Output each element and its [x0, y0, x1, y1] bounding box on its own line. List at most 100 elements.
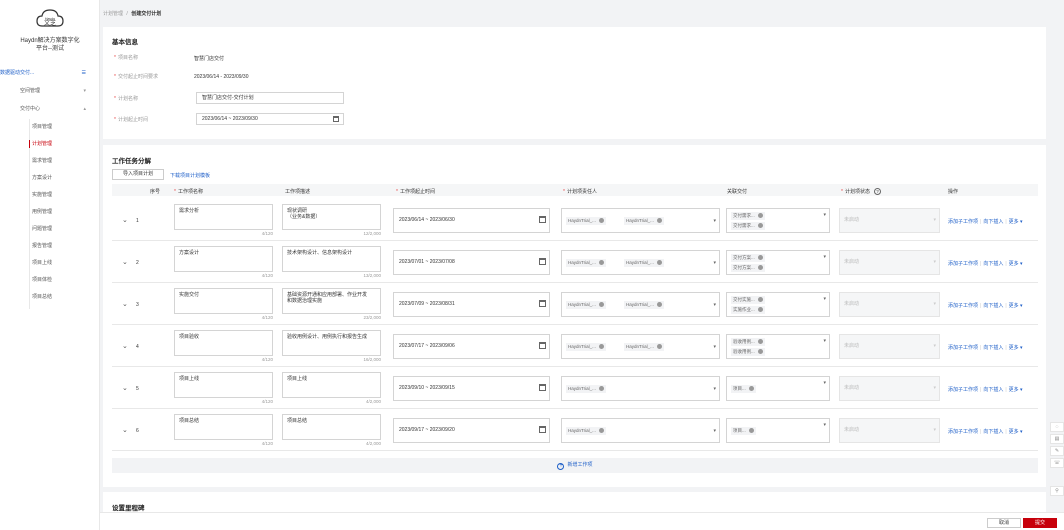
doc-icon[interactable]: ▤	[1050, 434, 1064, 444]
task-date-range[interactable]: 2023/09/10 ~ 2023/09/15	[393, 376, 550, 401]
owner-tag[interactable]: HaydnTrial_...	[624, 343, 664, 351]
sidebar-item-summary[interactable]: 项目总结	[0, 292, 100, 302]
remove-tag-icon[interactable]	[598, 302, 604, 307]
sidebar-item-requirement[interactable]: 需求管理	[0, 156, 100, 166]
related-select[interactable]: 项目... ▾	[726, 376, 830, 401]
owner-tag[interactable]: HaydnTrial_...	[624, 301, 664, 309]
task-date-range[interactable]: 2023/07/09 ~ 2023/08/31	[393, 292, 550, 317]
task-desc-input[interactable]: 项目上线	[282, 372, 381, 398]
owner-tag[interactable]: HaydnTrial_...	[566, 217, 606, 225]
add-child-link[interactable]: 添加子工作项	[948, 261, 978, 267]
remove-tag-icon[interactable]	[656, 302, 662, 307]
related-select[interactable]: 项目... ▾	[726, 418, 830, 443]
remove-tag-icon[interactable]	[656, 260, 662, 265]
owner-select[interactable]: HaydnTrial_... HaydnTrial_... ▾	[561, 292, 720, 317]
owner-select[interactable]: HaydnTrial_... HaydnTrial_... ▾	[561, 208, 720, 233]
more-link[interactable]: 更多 ▾	[1009, 345, 1023, 351]
task-desc-input[interactable]: 项目总结	[282, 414, 381, 440]
related-tag[interactable]: 验收用例...	[731, 338, 765, 346]
import-plan-button[interactable]: 导入项目计划	[112, 169, 164, 180]
related-tag[interactable]: 交付需求...	[731, 212, 765, 220]
owner-tag[interactable]: HaydnTrial_...	[566, 427, 606, 435]
calendar-icon[interactable]	[539, 384, 546, 391]
owner-tag[interactable]: HaydnTrial_...	[566, 301, 606, 309]
remove-tag-icon[interactable]	[598, 428, 604, 433]
sidebar-item-plan[interactable]: 计划管理	[0, 139, 100, 149]
sidebar-item-project[interactable]: 项目管理	[0, 122, 100, 132]
add-task-button[interactable]: + 新增工作项	[112, 458, 1038, 473]
insert-below-link[interactable]: 向下插入	[983, 261, 1003, 267]
related-tag[interactable]: 交付方案...	[731, 254, 765, 262]
remove-tag-icon[interactable]	[598, 260, 604, 265]
remove-tag-icon[interactable]	[598, 218, 604, 223]
owner-select[interactable]: HaydnTrial_... HaydnTrial_... ▾	[561, 334, 720, 359]
remove-tag-icon[interactable]	[757, 349, 763, 354]
related-tag[interactable]: 交付需求...	[731, 222, 765, 230]
add-child-link[interactable]: 添加子工作项	[948, 429, 978, 435]
owner-tag[interactable]: HaydnTrial_...	[566, 259, 606, 267]
add-child-link[interactable]: 添加子工作项	[948, 303, 978, 309]
related-tag[interactable]: 交付实施...	[731, 296, 765, 304]
owner-select[interactable]: HaydnTrial_... ▾	[561, 418, 720, 443]
remove-tag-icon[interactable]	[598, 386, 604, 391]
chevron-down-icon[interactable]: ⌄	[122, 426, 128, 434]
owner-tag[interactable]: HaydnTrial_...	[566, 385, 606, 393]
insert-below-link[interactable]: 向下插入	[983, 429, 1003, 435]
chat-icon[interactable]: ◌	[1050, 422, 1064, 432]
more-link[interactable]: 更多 ▾	[1009, 261, 1023, 267]
related-tag[interactable]: 验收用例...	[731, 348, 765, 356]
chevron-down-icon[interactable]: ⌄	[122, 216, 128, 224]
add-child-link[interactable]: 添加子工作项	[948, 345, 978, 351]
task-desc-input[interactable]: 验收用例设计、用例执行和报告生成	[282, 330, 381, 356]
related-tag[interactable]: 交付方案...	[731, 264, 765, 272]
related-select[interactable]: 交付方案... 交付方案... ▾	[726, 250, 830, 275]
help-icon[interactable]: ?	[873, 188, 881, 195]
related-tag[interactable]: 项目...	[731, 385, 756, 393]
chevron-down-icon[interactable]: ⌄	[122, 384, 128, 392]
calendar-icon[interactable]	[539, 258, 546, 265]
owner-tag[interactable]: HaydnTrial_...	[624, 259, 664, 267]
sidebar-item-testcase[interactable]: 用例管理	[0, 207, 100, 217]
related-select[interactable]: 交付需求... 交付需求... ▾	[726, 208, 830, 233]
task-name-input[interactable]: 方案设计	[174, 246, 273, 272]
task-date-range[interactable]: 2023/07/01 ~ 2023/07/08	[393, 250, 550, 275]
more-link[interactable]: 更多 ▾	[1009, 387, 1023, 393]
calendar-icon[interactable]	[539, 216, 546, 223]
remove-tag-icon[interactable]	[757, 255, 763, 260]
task-name-input[interactable]: 实施交付	[174, 288, 273, 314]
sidebar-item-delivery[interactable]: 交付中心 ▴	[0, 104, 100, 114]
add-child-link[interactable]: 添加子工作项	[948, 387, 978, 393]
chevron-down-icon[interactable]: ⌄	[122, 258, 128, 266]
owner-tag[interactable]: HaydnTrial_...	[566, 343, 606, 351]
remove-tag-icon[interactable]	[757, 213, 763, 218]
task-name-input[interactable]: 项目验收	[174, 330, 273, 356]
task-desc-input[interactable]: 技术架构设计、信息架构设计	[282, 246, 381, 272]
task-desc-input[interactable]: 基础资源开通和应用部署、作业开发 和数据治理实施	[282, 288, 381, 314]
related-tag[interactable]: 项目...	[731, 427, 756, 435]
task-name-input[interactable]: 需求分析	[174, 204, 273, 230]
related-tag[interactable]: 实施作业...	[731, 306, 765, 314]
submit-button[interactable]: 提交	[1023, 518, 1057, 528]
add-child-link[interactable]: 添加子工作项	[948, 219, 978, 225]
calendar-icon[interactable]	[539, 300, 546, 307]
sidebar-item-issue[interactable]: 问题管理	[0, 224, 100, 234]
remove-tag-icon[interactable]	[757, 339, 763, 344]
feedback-icon[interactable]: ✎	[1050, 446, 1064, 456]
calendar-icon[interactable]	[539, 342, 546, 349]
sidebar-item-space[interactable]: 空间管理 ▾	[0, 86, 100, 96]
download-template-link[interactable]: 下载项目计划模板	[170, 172, 210, 179]
remove-tag-icon[interactable]	[656, 344, 662, 349]
sidebar-item-design[interactable]: 方案设计	[0, 173, 100, 183]
owner-select[interactable]: HaydnTrial_... HaydnTrial_... ▾	[561, 250, 720, 275]
insert-below-link[interactable]: 向下插入	[983, 345, 1003, 351]
task-name-input[interactable]: 项目总结	[174, 414, 273, 440]
remove-tag-icon[interactable]	[757, 265, 763, 270]
insert-below-link[interactable]: 向下插入	[983, 303, 1003, 309]
phone-icon[interactable]: ☏	[1050, 458, 1064, 468]
remove-tag-icon[interactable]	[748, 386, 754, 391]
sidebar-item-checkup[interactable]: 项目体检	[0, 275, 100, 285]
task-date-range[interactable]: 2023/06/14 ~ 2023/06/30	[393, 208, 550, 233]
task-name-input[interactable]: 项目上线	[174, 372, 273, 398]
more-link[interactable]: 更多 ▾	[1009, 219, 1023, 225]
remove-tag-icon[interactable]	[757, 223, 763, 228]
